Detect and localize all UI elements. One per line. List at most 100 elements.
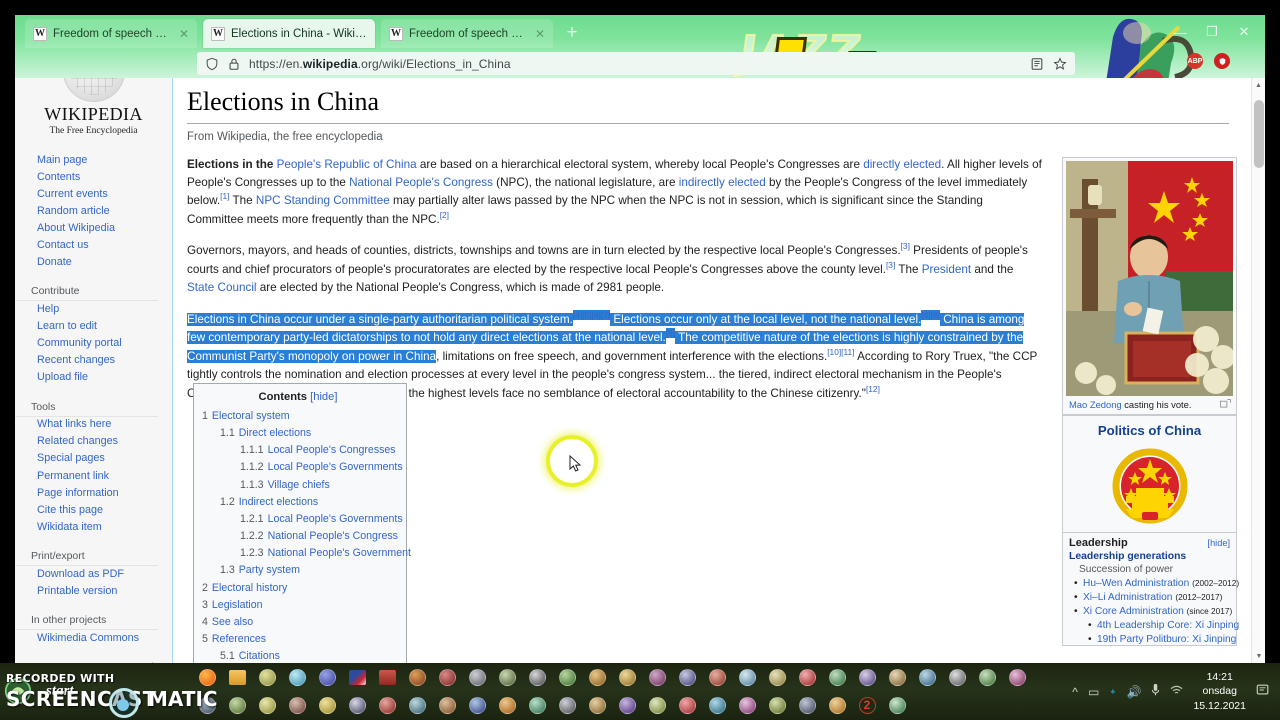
sidebar-item-permanent-link[interactable]: Permanent link: [15, 468, 172, 485]
sidebar-item-wikidata-item[interactable]: Wikidata item: [15, 519, 172, 536]
taskbar-app-icon[interactable]: [432, 664, 462, 690]
taskbar-app-icon[interactable]: [942, 664, 972, 690]
taskbar-app-icon[interactable]: [702, 692, 732, 718]
new-tab-button[interactable]: +: [562, 23, 582, 44]
bluetooth-icon[interactable]: ᛭: [1109, 685, 1116, 699]
shield-icon[interactable]: [205, 57, 219, 71]
browser-tab-2-active[interactable]: W Elections in China - Wikipedia: [203, 19, 375, 48]
taskbar-app-icon[interactable]: [312, 692, 342, 718]
sidebar-item-help[interactable]: Help: [15, 301, 172, 318]
taskbar-app-icon[interactable]: [552, 664, 582, 690]
taskbar-app-icon[interactable]: [912, 664, 942, 690]
page-scrollbar[interactable]: ▲ ▼: [1251, 78, 1265, 663]
taskbar-app-icon[interactable]: [762, 664, 792, 690]
taskbar-app-icon[interactable]: [882, 692, 912, 718]
infobox-list-item[interactable]: 4th Leadership Core: Xi Jinping: [1063, 617, 1239, 631]
sidebar-item-current-events[interactable]: Current events: [15, 186, 172, 203]
taskbar-app-icon[interactable]: [702, 664, 732, 690]
sidebar-item-contents[interactable]: Contents: [15, 169, 172, 186]
sidebar-item-download-as-pdf[interactable]: Download as PDF: [15, 566, 172, 583]
citation-ref[interactable]: [9]: [665, 328, 676, 339]
microphone-icon[interactable]: [1151, 683, 1160, 700]
taskbar-app-icon[interactable]: [222, 692, 252, 718]
taskbar-app-icon[interactable]: [672, 692, 702, 718]
taskbar-app-icon[interactable]: [762, 692, 792, 718]
show-hidden-icons-chevron[interactable]: ^: [1072, 685, 1078, 699]
adblock-plus-icon[interactable]: ABP: [1187, 53, 1203, 69]
sidebar-item-learn-to-edit[interactable]: Learn to edit: [15, 319, 172, 336]
infobox-plain-item[interactable]: Succession of power: [1063, 562, 1236, 575]
sidebar-item-special-pages[interactable]: Special pages: [15, 451, 172, 468]
link-indirectly-elected[interactable]: indirectly elected: [679, 176, 766, 189]
taskbar-app-icon[interactable]: [252, 664, 282, 690]
link-national-peoples-congress[interactable]: National People's Congress: [349, 176, 493, 189]
padlock-icon[interactable]: [227, 57, 241, 71]
toc-entry[interactable]: 1.2.1 Local People's Governments: [200, 511, 403, 528]
taskbar-app-icon[interactable]: [972, 664, 1002, 690]
start-orb-icon[interactable]: [4, 677, 32, 705]
scroll-up-arrow-icon[interactable]: ▲: [1252, 78, 1265, 92]
taskbar-firefox-icon[interactable]: [192, 664, 222, 690]
sidebar-item-upload-file[interactable]: Upload file: [15, 370, 172, 387]
taskbar-number-badge-icon[interactable]: 2: [852, 692, 882, 718]
taskbar-app-icon[interactable]: [252, 692, 282, 718]
citation-ref[interactable]: [2]: [440, 210, 449, 220]
link-president[interactable]: President: [922, 263, 971, 276]
citation-ref[interactable]: [10][11]: [827, 347, 854, 357]
link-directly-elected[interactable]: directly elected: [863, 158, 941, 171]
wikipedia-logo[interactable]: WIKIPEDIA The Free Encyclopedia: [15, 78, 172, 136]
wifi-icon[interactable]: [1170, 685, 1183, 699]
toc-entry[interactable]: 1.3 Party system: [200, 562, 396, 579]
taskbar-app-icon[interactable]: [552, 692, 582, 718]
taskbar-app-icon[interactable]: [882, 664, 912, 690]
mao-zedong-voting-photo[interactable]: [1066, 161, 1233, 396]
taskbar-app-icon[interactable]: [492, 692, 522, 718]
taskbar-app-icon[interactable]: [732, 692, 762, 718]
toc-entry[interactable]: 2 Electoral history: [200, 580, 396, 597]
toc-entry[interactable]: 1.1.3 Village chiefs: [200, 477, 396, 494]
taskbar-app-icon[interactable]: [522, 692, 552, 718]
sidebar-item-what-links-here[interactable]: What links here: [15, 417, 172, 434]
taskbar-app-icon[interactable]: [372, 664, 402, 690]
infobox-list-item[interactable]: Hu–Wen Administration (2002–2012): [1063, 575, 1239, 589]
ublock-origin-icon[interactable]: [1214, 53, 1230, 69]
taskbar-app-icon[interactable]: [822, 664, 852, 690]
taskbar-app-icon[interactable]: [282, 664, 312, 690]
taskbar-app-icon[interactable]: [792, 692, 822, 718]
citation-ref[interactable]: [4][8]: [921, 310, 940, 320]
taskbar-flag-icon[interactable]: [342, 664, 372, 690]
address-bar[interactable]: https://en.wikipedia.org/wiki/Elections_…: [197, 52, 1075, 75]
taskbar-app-icon[interactable]: [642, 692, 672, 718]
taskbar-app-icon[interactable]: [612, 692, 642, 718]
sidebar-item-related-changes[interactable]: Related changes: [15, 434, 172, 451]
citation-ref[interactable]: [3]: [901, 242, 910, 252]
browser-tab-3[interactable]: W Freedom of speech by country ✕: [381, 19, 553, 48]
maximize-button[interactable]: ❐: [1197, 21, 1227, 43]
infobox-list-item[interactable]: Xi–Li Administration (2012–2017): [1063, 589, 1236, 603]
toc-entry[interactable]: 1 Electoral system: [200, 408, 396, 425]
battery-icon[interactable]: ▭: [1088, 685, 1099, 699]
bookmark-star-icon[interactable]: [1053, 56, 1067, 71]
taskbar-app-icon[interactable]: [522, 664, 552, 690]
toc-entry[interactable]: 1.2 Indirect elections: [200, 494, 396, 511]
infobox-list-item[interactable]: Xi Core Administration (since 2017): [1063, 603, 1236, 617]
toc-entry[interactable]: 5 References: [200, 631, 396, 648]
sidebar-item-printable-version[interactable]: Printable version: [15, 583, 172, 600]
taskbar-app-icon[interactable]: [672, 664, 702, 690]
sidebar-item-contact-us[interactable]: Contact us: [15, 237, 172, 254]
sidebar-item-random-article[interactable]: Random article: [15, 203, 172, 220]
infobox-hide-link[interactable]: [hide]: [1208, 538, 1230, 548]
scroll-down-arrow-icon[interactable]: ▼: [1252, 649, 1265, 663]
close-button[interactable]: ✕: [1229, 21, 1259, 43]
toc-entry[interactable]: 3 Legislation: [200, 597, 396, 614]
taskbar-app-icon[interactable]: [282, 692, 312, 718]
toc-entry[interactable]: 1.1 Direct elections: [200, 425, 396, 442]
taskbar-app-icon[interactable]: [642, 664, 672, 690]
infobox-list-item[interactable]: 19th Party Politburo: Xi Jinping: [1063, 631, 1236, 645]
toc-entry[interactable]: 1.1.1 Local People's Congresses: [200, 442, 396, 459]
citation-ref[interactable]: [12]: [866, 384, 880, 394]
tab-close-icon[interactable]: ✕: [173, 27, 189, 41]
taskbar-app-icon[interactable]: [402, 664, 432, 690]
citation-ref[interactable]: [4][5][6][7]: [572, 310, 611, 320]
sidebar-item-main-page[interactable]: Main page: [15, 152, 172, 169]
